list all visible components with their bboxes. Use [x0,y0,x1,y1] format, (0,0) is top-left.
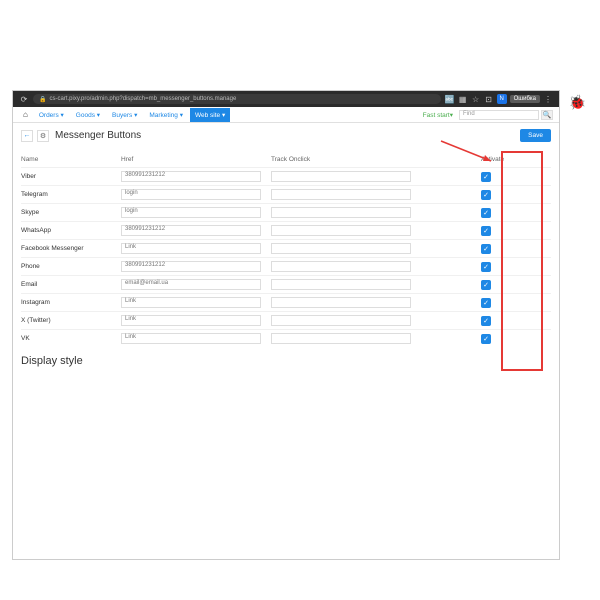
href-input[interactable]: Link [121,297,261,308]
href-input[interactable]: Link [121,243,261,254]
track-input[interactable] [271,171,411,182]
nav-buyers[interactable]: Buyers ▾ [107,108,142,122]
lock-icon: 🔒 [39,96,46,103]
table-row: Telegramlogin ✓ [21,185,551,203]
col-header-activate: Activate [421,156,551,163]
fast-start-link[interactable]: Fast start▾ [419,111,457,119]
profile-badge[interactable]: N [497,94,507,104]
activate-checkbox[interactable]: ✓ [481,280,491,290]
table-row: Facebook MessengerLink ✓ [21,239,551,257]
activate-checkbox[interactable]: ✓ [481,244,491,254]
href-input[interactable]: 380991231212 [121,261,261,272]
href-input[interactable]: Link [121,333,261,344]
table-row: Viber380991231212 ✓ [21,167,551,185]
table-row: InstagramLink ✓ [21,293,551,311]
activate-checkbox[interactable]: ✓ [481,262,491,272]
track-input[interactable] [271,243,411,254]
href-input[interactable]: Link [121,315,261,326]
row-name: X (Twitter) [21,317,121,324]
page-header: ← ⚙ Messenger Buttons Save [13,123,559,148]
reload-icon[interactable]: ⟳ [19,95,29,104]
messenger-table: Name Href Track Onclick Activate Viber38… [21,152,551,347]
url-text: cs-cart.pixy.pro/admin.php?dispatch=mb_m… [49,96,236,102]
activate-checkbox[interactable]: ✓ [481,208,491,218]
star-icon[interactable]: ☆ [471,95,481,104]
browser-menu-icon[interactable]: ⋮ [543,95,553,104]
table-row: Emailemail@email.ua ✓ [21,275,551,293]
admin-top-nav: ⌂ Orders ▾ Goods ▾ Buyers ▾ Marketing ▾ … [13,107,559,123]
row-name: WhatsApp [21,227,121,234]
extensions-icon[interactable]: ⊡ [484,95,494,104]
activate-checkbox[interactable]: ✓ [481,334,491,344]
track-input[interactable] [271,279,411,290]
home-icon[interactable]: ⌂ [19,110,32,119]
track-input[interactable] [271,261,411,272]
track-input[interactable] [271,315,411,326]
table-row: VKLink ✓ [21,329,551,347]
table-row: Phone380991231212 ✓ [21,257,551,275]
activate-checkbox[interactable]: ✓ [481,316,491,326]
table-row: X (Twitter)Link ✓ [21,311,551,329]
col-header-track: Track Onclick [271,156,421,163]
row-name: VK [21,335,121,342]
row-name: Instagram [21,299,121,306]
browser-toolbar: ⟳ 🔒 cs-cart.pixy.pro/admin.php?dispatch=… [13,91,559,107]
row-name: Facebook Messenger [21,245,121,252]
search-input[interactable]: Find [459,110,539,120]
href-input[interactable]: 380991231212 [121,225,261,236]
activate-checkbox[interactable]: ✓ [481,172,491,182]
activate-checkbox[interactable]: ✓ [481,226,491,236]
table-row: Skypelogin ✓ [21,203,551,221]
track-input[interactable] [271,207,411,218]
nav-orders[interactable]: Orders ▾ [34,108,69,122]
track-input[interactable] [271,189,411,200]
qr-icon[interactable]: ▦ [458,95,468,104]
row-name: Skype [21,209,121,216]
main-content: Name Href Track Onclick Activate Viber38… [13,148,559,371]
back-button[interactable]: ← [21,130,33,142]
track-input[interactable] [271,297,411,308]
track-input[interactable] [271,333,411,344]
nav-marketing[interactable]: Marketing ▾ [144,108,188,122]
row-name: Email [21,281,121,288]
search-button[interactable]: 🔍 [541,110,553,120]
col-header-name: Name [21,156,121,163]
settings-button[interactable]: ⚙ [37,130,49,142]
nav-website[interactable]: Web site ▾ [190,108,230,122]
bug-icon: 🐞 [569,94,586,111]
table-row: WhatsApp380991231212 ✓ [21,221,551,239]
save-button[interactable]: Save [520,129,551,142]
product-image-frame: ⟳ 🔒 cs-cart.pixy.pro/admin.php?dispatch=… [0,0,600,600]
display-style-heading: Display style [21,355,551,367]
table-header: Name Href Track Onclick Activate [21,152,551,167]
screenshot-window: ⟳ 🔒 cs-cart.pixy.pro/admin.php?dispatch=… [12,90,560,560]
translate-icon[interactable]: 🔤 [445,95,455,104]
url-bar[interactable]: 🔒 cs-cart.pixy.pro/admin.php?dispatch=mb… [33,94,441,104]
row-name: Telegram [21,191,121,198]
href-input[interactable]: 380991231212 [121,171,261,182]
activate-checkbox[interactable]: ✓ [481,190,491,200]
track-input[interactable] [271,225,411,236]
href-input[interactable]: email@email.ua [121,279,261,290]
row-name: Phone [21,263,121,270]
activate-checkbox[interactable]: ✓ [481,298,491,308]
href-input[interactable]: login [121,189,261,200]
page-title: Messenger Buttons [55,130,141,141]
href-input[interactable]: login [121,207,261,218]
col-header-href: Href [121,156,271,163]
row-name: Viber [21,173,121,180]
error-button[interactable]: Ошибка [510,95,540,103]
nav-goods[interactable]: Goods ▾ [71,108,105,122]
